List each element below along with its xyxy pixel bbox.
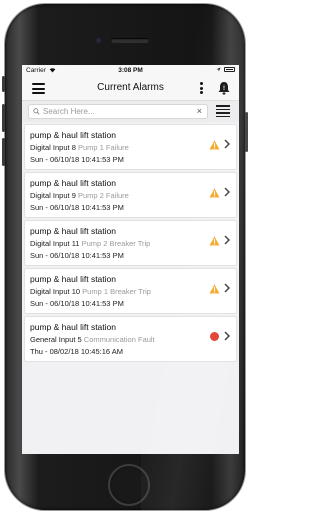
warning-triangle-icon: [209, 140, 220, 150]
alarm-card[interactable]: pump & haul lift station Digital Input 1…: [25, 269, 236, 313]
chevron-right-icon[interactable]: [224, 139, 230, 149]
battery-icon: [224, 67, 235, 72]
alarm-card[interactable]: pump & haul lift station General Input 5…: [25, 317, 236, 361]
alarm-input-line: General Input 5 Communication Fault: [30, 335, 155, 344]
alarm-input-line: Digital Input 9 Pump 2 Failure: [30, 191, 129, 200]
filter-list-icon[interactable]: [216, 105, 230, 118]
bell-alert-icon[interactable]: !: [217, 81, 231, 96]
alarm-card[interactable]: pump & haul lift station Digital Input 1…: [25, 221, 236, 265]
status-right: [216, 67, 235, 72]
chevron-right-icon[interactable]: [224, 235, 230, 245]
chevron-right-icon[interactable]: [224, 331, 230, 341]
volume-down-button: [2, 138, 5, 166]
more-options-icon[interactable]: [200, 82, 204, 95]
alarm-input-line: Digital Input 8 Pump 1 Failure: [30, 143, 129, 152]
alarm-card[interactable]: pump & haul lift station Digital Input 8…: [25, 125, 236, 169]
chevron-right-icon[interactable]: [224, 187, 230, 197]
search-box: ×: [28, 104, 208, 119]
search-input[interactable]: [43, 106, 193, 117]
alarm-site: pump & haul lift station: [30, 178, 116, 188]
alarm-timestamp: Sun - 06/10/18 10:41:53 PM: [30, 299, 124, 308]
chevron-right-icon[interactable]: [224, 283, 230, 293]
alarm-site: pump & haul lift station: [30, 274, 116, 284]
status-bar: Carrier 3:08 PM: [22, 65, 239, 77]
alarm-description: Communication Fault: [83, 335, 155, 344]
home-button[interactable]: [108, 464, 150, 506]
alarm-site: pump & haul lift station: [30, 322, 116, 332]
search-row: ×: [22, 101, 239, 122]
alarm-timestamp: Thu - 08/02/18 10:45:16 AM: [30, 347, 123, 356]
nav-bar: Current Alarms !: [22, 77, 239, 101]
alarm-site: pump & haul lift station: [30, 226, 116, 236]
alarm-site: pump & haul lift station: [30, 130, 116, 140]
alarm-description: Pump 2 Failure: [77, 191, 129, 200]
mute-switch: [2, 76, 5, 92]
front-camera: [95, 37, 102, 44]
status-time: 3:08 PM: [118, 67, 143, 74]
alarm-timestamp: Sun - 06/10/18 10:41:53 PM: [30, 155, 124, 164]
alarm-input: Digital Input 9: [30, 191, 76, 200]
svg-text:!: !: [223, 86, 225, 92]
alarm-description: Pump 1 Failure: [77, 143, 129, 152]
volume-up-button: [2, 104, 5, 132]
alarm-description: Pump 2 Breaker Trip: [81, 239, 151, 248]
warning-triangle-icon: [209, 236, 220, 246]
alarm-card[interactable]: pump & haul lift station Digital Input 9…: [25, 173, 236, 217]
alarm-input-line: Digital Input 11 Pump 2 Breaker Trip: [30, 239, 150, 248]
alarm-input: Digital Input 8: [30, 143, 76, 152]
warning-triangle-icon: [209, 188, 220, 198]
page-title: Current Alarms: [97, 82, 164, 93]
earpiece-speaker: [111, 38, 149, 43]
alarm-input: Digital Input 10: [30, 287, 81, 296]
alarm-input-line: Digital Input 10 Pump 1 Breaker Trip: [30, 287, 151, 296]
warning-triangle-icon: [209, 284, 220, 294]
alarm-input: General Input 5: [30, 335, 82, 344]
search-icon: [33, 108, 40, 115]
alarm-input: Digital Input 11: [30, 239, 80, 248]
app-screen: Carrier 3:08 PM Current Alarms ! Search …: [22, 65, 239, 454]
alarm-timestamp: Sun - 06/10/18 10:41:53 PM: [30, 203, 124, 212]
location-arrow-icon: [216, 67, 221, 72]
clear-search-icon[interactable]: ×: [197, 106, 202, 117]
red-dot-icon: [210, 332, 219, 341]
alarm-description: Pump 1 Breaker Trip: [82, 287, 151, 296]
alarm-timestamp: Sun - 06/10/18 10:41:53 PM: [30, 251, 124, 260]
power-button: [245, 112, 248, 152]
